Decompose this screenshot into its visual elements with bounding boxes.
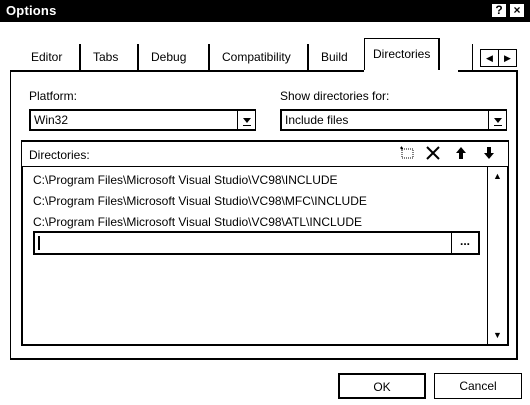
- chevron-down-icon[interactable]: [488, 111, 506, 129]
- panel-border-bottom: [10, 358, 518, 360]
- list-item[interactable]: C:\Program Files\Microsoft Visual Studio…: [33, 194, 367, 208]
- delete-icon[interactable]: [424, 146, 442, 163]
- platform-label: Platform:: [29, 89, 78, 103]
- new-folder-icon[interactable]: [398, 146, 416, 163]
- directories-list[interactable]: C:\Program Files\Microsoft Visual Studio…: [21, 166, 509, 346]
- vertical-scrollbar[interactable]: ▲ ▼: [487, 167, 507, 344]
- show-directories-value: Include files: [285, 113, 349, 127]
- text-caret: [38, 236, 40, 250]
- tab-scroll-buttons: ◀ ▶: [480, 49, 518, 67]
- panel-border-left: [10, 71, 11, 359]
- tab-divider: [307, 44, 309, 70]
- platform-combo[interactable]: Win32: [29, 109, 256, 131]
- window-title: Options: [6, 3, 57, 18]
- panel-border-right: [516, 71, 518, 359]
- tab-build[interactable]: Build: [321, 46, 348, 68]
- directories-label: Directories:: [29, 148, 90, 162]
- show-directories-label: Show directories for:: [280, 89, 390, 103]
- close-button[interactable]: ×: [509, 3, 525, 18]
- platform-value: Win32: [34, 113, 69, 127]
- directory-edit-field[interactable]: ...: [33, 231, 480, 255]
- tab-divider: [208, 44, 210, 70]
- scroll-down-icon[interactable]: ▼: [488, 326, 507, 344]
- scroll-up-icon[interactable]: ▲: [488, 167, 507, 185]
- show-directories-combo[interactable]: Include files: [280, 109, 507, 131]
- move-up-icon[interactable]: [452, 146, 470, 163]
- tab-divider: [79, 44, 81, 70]
- tab-tabs[interactable]: Tabs: [93, 46, 118, 68]
- options-dialog: Options ? × Editor Tabs Debug Compatibil…: [0, 0, 530, 405]
- list-item[interactable]: C:\Program Files\Microsoft Visual Studio…: [33, 173, 338, 187]
- cancel-button[interactable]: Cancel: [434, 373, 522, 399]
- tab-divider: [472, 44, 473, 70]
- tab-directories[interactable]: Directories: [364, 38, 441, 70]
- tab-divider: [137, 44, 139, 70]
- help-button[interactable]: ?: [491, 3, 507, 18]
- move-down-icon[interactable]: [480, 146, 498, 163]
- browse-button[interactable]: ...: [451, 233, 478, 253]
- tab-scroll-left-icon[interactable]: ◀: [480, 49, 499, 67]
- tab-scroll-right-icon[interactable]: ▶: [498, 49, 517, 67]
- title-bar: Options ? ×: [0, 0, 530, 22]
- ok-button[interactable]: OK: [338, 373, 426, 399]
- active-tab-gap: [364, 70, 458, 72]
- chevron-down-icon[interactable]: [237, 111, 255, 129]
- tab-debug[interactable]: Debug: [151, 46, 186, 68]
- tab-editor[interactable]: Editor: [31, 46, 62, 68]
- list-item[interactable]: C:\Program Files\Microsoft Visual Studio…: [33, 215, 362, 229]
- tab-compatibility[interactable]: Compatibility: [222, 46, 291, 68]
